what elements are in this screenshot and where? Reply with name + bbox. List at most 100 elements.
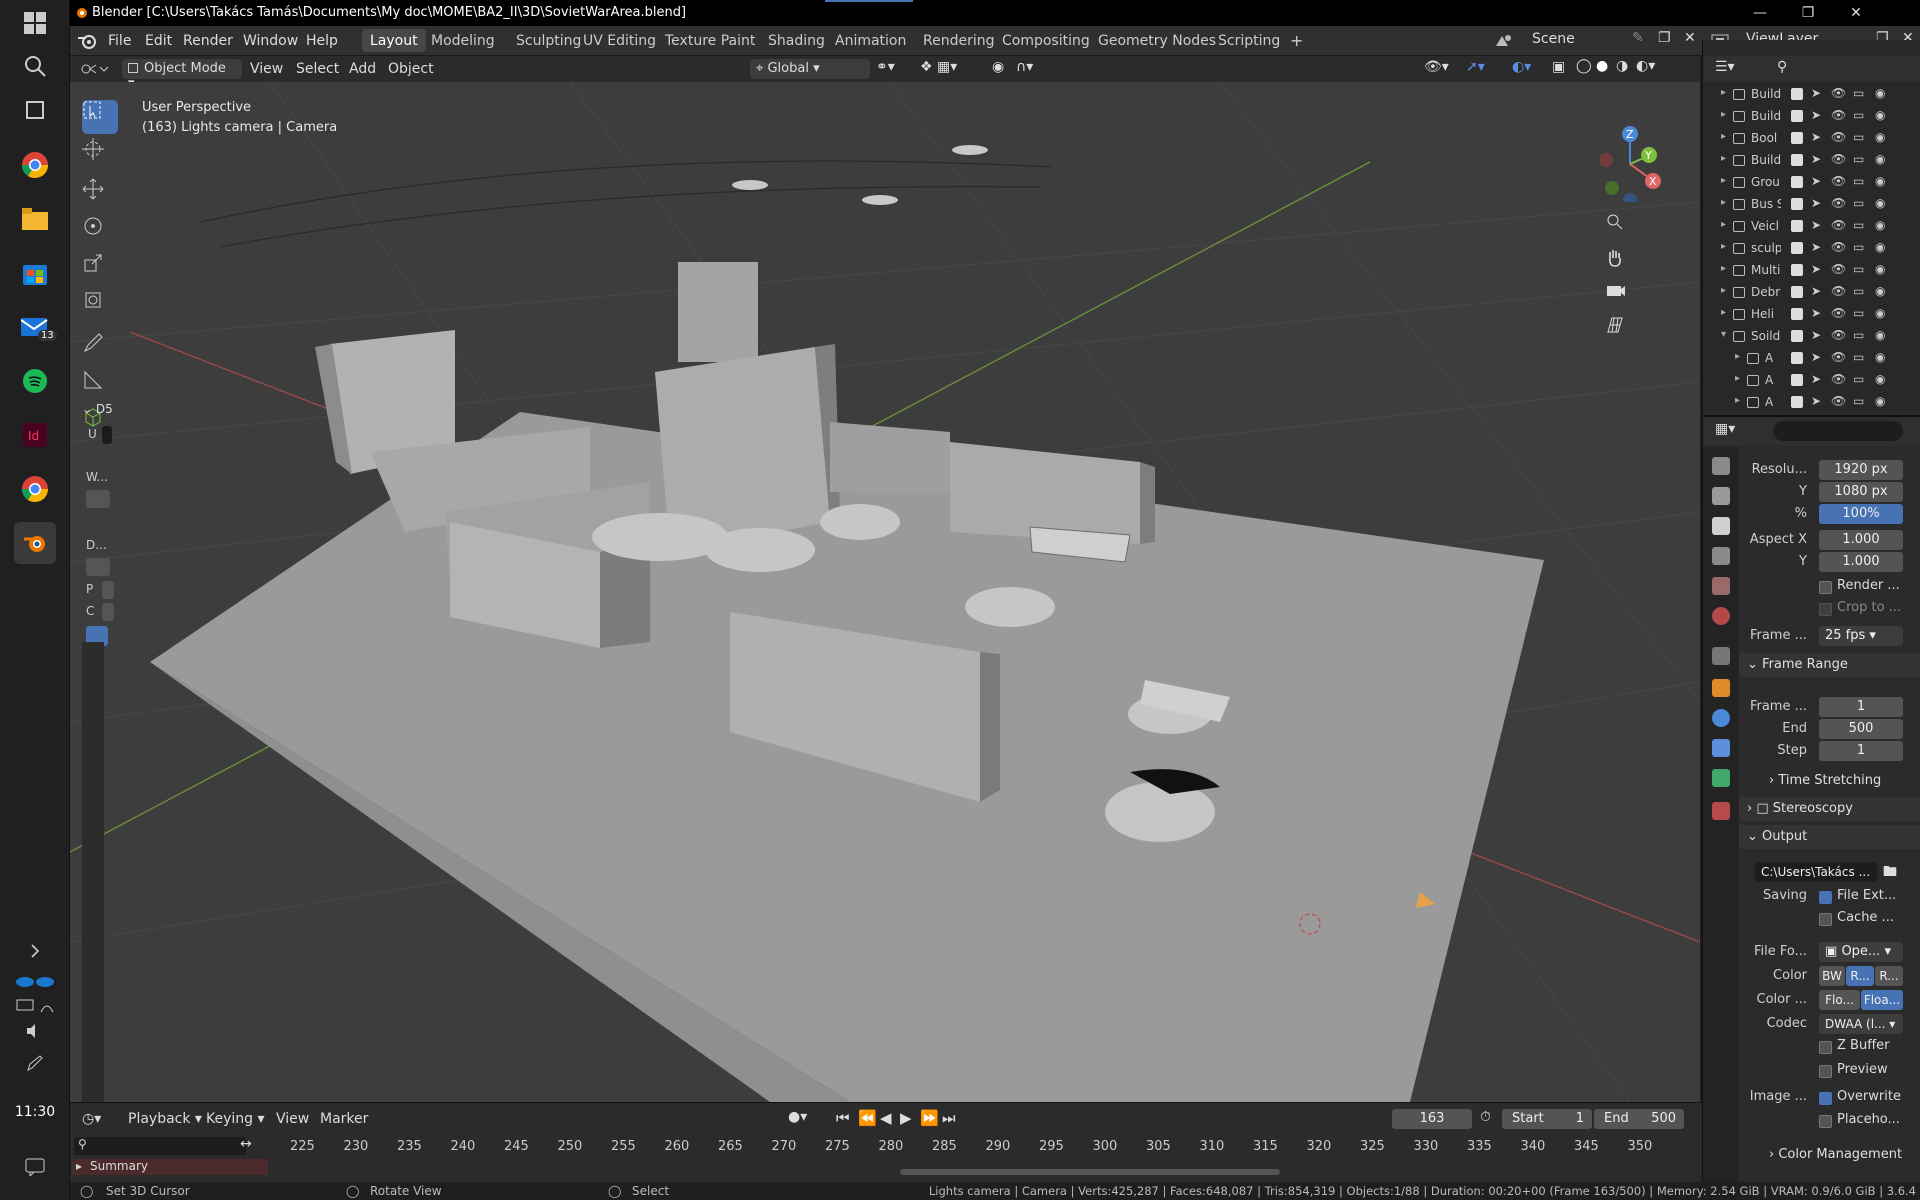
viewport-display-icon[interactable]: ▭ <box>1853 350 1864 364</box>
expand-arrow-icon[interactable]: ▸ <box>1721 197 1726 208</box>
eye-icon[interactable]: 👁 <box>1831 130 1846 144</box>
wireframe-shading-icon[interactable]: ◯ <box>1576 58 1592 74</box>
expand-arrow-icon[interactable]: ▸ <box>1721 109 1726 120</box>
eye-icon[interactable]: 👁 <box>1831 196 1846 210</box>
cache-checkbox[interactable] <box>1819 913 1832 926</box>
output-tab-icon[interactable] <box>1712 517 1730 535</box>
panel-field-d[interactable] <box>86 558 110 576</box>
file-format-dropdown[interactable]: ▣ Ope... ▾ <box>1819 942 1903 962</box>
pan-hand-icon[interactable] <box>1606 248 1638 280</box>
viewport-display-icon[interactable]: ▭ <box>1853 174 1864 188</box>
render-camera-icon[interactable]: ◉ <box>1875 372 1885 386</box>
frame-step-field[interactable]: 1 <box>1819 741 1903 761</box>
search-icon[interactable] <box>14 45 56 87</box>
chrome-icon-2[interactable] <box>14 468 56 510</box>
scene-icon[interactable] <box>1492 32 1514 50</box>
outliner-row[interactable]: ▸ A ➤ 👁 ▭ ◉ <box>1703 392 1920 414</box>
panel-field-w[interactable] <box>86 490 110 508</box>
transform-tool-icon[interactable] <box>82 289 118 323</box>
file-explorer-icon[interactable] <box>14 198 56 240</box>
include-checkbox[interactable] <box>1791 242 1803 254</box>
color-depth-full-button[interactable]: Floa... <box>1861 990 1903 1010</box>
include-checkbox[interactable] <box>1791 330 1803 342</box>
gizmo-icon[interactable]: ➚▾ <box>1466 59 1485 75</box>
outliner-row[interactable]: ▸ Multi ➤ 👁 ▭ ◉ <box>1703 260 1920 282</box>
color-rgb-button[interactable]: R... <box>1846 966 1874 986</box>
menu-window[interactable]: Window <box>243 33 298 49</box>
render-camera-icon[interactable]: ◉ <box>1875 130 1885 144</box>
eye-icon[interactable]: 👁 <box>1831 306 1846 320</box>
eye-icon[interactable]: 👁 <box>1831 152 1846 166</box>
color-rgba-button[interactable]: R... <box>1875 966 1903 986</box>
include-checkbox[interactable] <box>1791 132 1803 144</box>
windows-start-icon[interactable] <box>14 2 56 44</box>
outliner-row[interactable]: ▸ Build ➤ 👁 ▭ ◉ <box>1703 84 1920 106</box>
visibility-icon[interactable]: 👁▾ <box>1424 59 1449 75</box>
panel-d5[interactable]: ⌄ D5 <box>82 402 113 416</box>
frame-scroll-icon[interactable]: ↔ <box>240 1136 252 1152</box>
new-scene-icon[interactable]: ❐ <box>1658 30 1671 46</box>
expand-arrow-icon[interactable]: ▸ <box>1721 131 1726 142</box>
jump-keyframe-back-icon[interactable]: ⏪ <box>858 1109 877 1127</box>
maximize-button[interactable]: ❐ <box>1784 0 1832 26</box>
timeline-scrollbar[interactable] <box>900 1169 1280 1175</box>
delete-scene-icon[interactable]: ✕ <box>1684 30 1696 46</box>
file-extensions-checkbox[interactable] <box>1819 891 1832 904</box>
tab-uv-editing[interactable]: UV Editing <box>575 29 664 52</box>
zbuffer-checkbox[interactable] <box>1819 1041 1832 1054</box>
expand-arrow-icon[interactable]: ▸ <box>1721 307 1726 318</box>
tab-shading[interactable]: Shading <box>760 29 833 52</box>
include-checkbox[interactable] <box>1791 264 1803 276</box>
outliner-row[interactable]: ▸ Build ➤ 👁 ▭ ◉ <box>1703 150 1920 172</box>
aspect-x-field[interactable]: 1.000 <box>1819 530 1903 550</box>
viewport-display-icon[interactable]: ▭ <box>1853 86 1864 100</box>
expand-arrow-icon[interactable]: ▸ <box>1721 285 1726 296</box>
resolution-percent-field[interactable]: 100% <box>1819 504 1903 524</box>
viewport-menu-select[interactable]: Select <box>296 61 339 77</box>
eye-icon[interactable]: 👁 <box>1831 350 1846 364</box>
outliner-row[interactable]: ▾ Soild ➤ 👁 ▭ ◉ <box>1703 326 1920 348</box>
tab-animation[interactable]: Animation <box>827 29 914 52</box>
pivot-point-icon[interactable]: ⚭▾ <box>876 59 895 75</box>
data-tab-icon[interactable] <box>1712 769 1730 787</box>
timeline-editor-icon[interactable]: ◷▾ <box>82 1111 101 1127</box>
eye-icon[interactable]: 👁 <box>1831 218 1846 232</box>
stereoscopy-header[interactable]: › □ Stereoscopy <box>1739 797 1920 821</box>
overwrite-checkbox[interactable] <box>1819 1092 1832 1105</box>
menu-render[interactable]: Render <box>183 33 233 49</box>
jump-end-icon[interactable]: ⏭ <box>942 1109 956 1127</box>
render-camera-icon[interactable]: ◉ <box>1875 328 1885 342</box>
render-camera-icon[interactable]: ◉ <box>1875 306 1885 320</box>
jump-start-icon[interactable]: ⏮ <box>836 1109 850 1127</box>
include-checkbox[interactable] <box>1791 286 1803 298</box>
include-checkbox[interactable] <box>1791 220 1803 232</box>
properties-search-input[interactable] <box>1773 421 1903 441</box>
expand-arrow-icon[interactable]: ▸ <box>1721 87 1726 98</box>
expand-arrow-icon[interactable]: ▸ <box>1735 373 1740 384</box>
viewport-display-icon[interactable]: ▭ <box>1853 108 1864 122</box>
camera-view-icon[interactable] <box>1606 282 1638 314</box>
timeline-menu-view[interactable]: View <box>276 1111 309 1127</box>
eye-icon[interactable]: 👁 <box>1831 284 1846 298</box>
panel-dropdown-p[interactable] <box>102 581 114 599</box>
rendered-shading-icon[interactable]: ◐▾ <box>1636 58 1655 74</box>
output-header[interactable]: ⌄ Output <box>1739 825 1920 849</box>
mail-icon[interactable]: 13 <box>14 306 57 348</box>
scale-tool-icon[interactable] <box>82 252 118 286</box>
texture-tab-icon[interactable] <box>1712 802 1730 820</box>
render-region-checkbox[interactable] <box>1819 581 1832 594</box>
include-checkbox[interactable] <box>1791 110 1803 122</box>
solid-shading-icon[interactable]: ● <box>1596 58 1608 74</box>
render-camera-icon[interactable]: ◉ <box>1875 86 1885 100</box>
viewport-display-icon[interactable]: ▭ <box>1853 284 1864 298</box>
play-reverse-icon[interactable]: ◀ <box>880 1109 892 1127</box>
viewport-display-icon[interactable]: ▭ <box>1853 394 1864 408</box>
frame-end-field[interactable]: 500 <box>1819 719 1903 739</box>
indesign-icon[interactable]: Id <box>14 414 56 456</box>
close-button[interactable]: ✕ <box>1832 0 1880 26</box>
render-camera-icon[interactable]: ◉ <box>1875 152 1885 166</box>
eye-icon[interactable]: 👁 <box>1831 328 1846 342</box>
menu-file[interactable]: File <box>108 33 131 49</box>
outliner-row[interactable]: ▸ Build ➤ 👁 ▭ ◉ <box>1703 106 1920 128</box>
eye-icon[interactable]: 👁 <box>1831 174 1846 188</box>
